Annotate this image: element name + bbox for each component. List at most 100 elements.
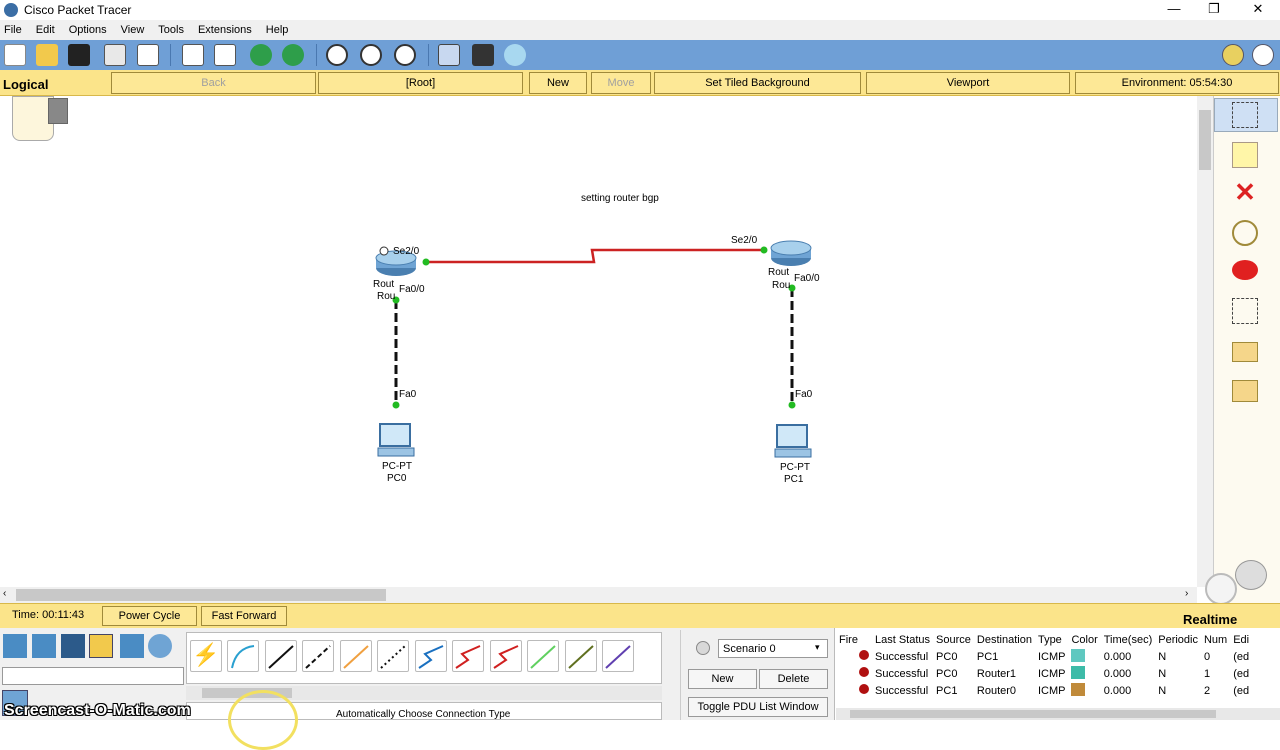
scroll-left-icon[interactable]: ‹ [3, 588, 6, 599]
auto-connection-icon[interactable]: ⚡ [190, 640, 222, 672]
zoom-out-icon[interactable] [394, 44, 416, 66]
menu-file[interactable]: File [4, 24, 22, 36]
end-devices-icon[interactable] [32, 634, 56, 658]
serial-dce-cable-icon[interactable] [452, 640, 484, 672]
table-row[interactable]: Successful PC1 Router0 ICMP 0.000 N 2 (e… [836, 682, 1252, 699]
logical-workspace-label[interactable]: Logical [3, 77, 49, 92]
vertical-scroll-thumb[interactable] [1199, 110, 1211, 170]
info-icon[interactable] [1222, 44, 1244, 66]
print-icon[interactable] [104, 44, 126, 66]
straight-through-cable-icon[interactable] [265, 640, 297, 672]
maximize-button[interactable]: ❐ [1194, 0, 1234, 20]
open-folder-icon[interactable] [36, 44, 58, 66]
undo-icon[interactable] [250, 44, 272, 66]
scenario-select[interactable]: Scenario 0 ▾ [718, 639, 828, 658]
router0-model-label: Rout [373, 279, 395, 290]
add-complex-pdu-icon[interactable] [1232, 380, 1258, 402]
move-object-button[interactable]: Move Object [591, 72, 651, 109]
inspect-icon[interactable] [1232, 220, 1258, 246]
iot-custom-cable-icon[interactable] [565, 640, 597, 672]
workspace-bar: Logical Back [Root] New Cluster Move Obj… [0, 70, 1280, 109]
pc1-port-label: Fa0 [795, 389, 813, 400]
new-cluster-button[interactable]: New Cluster [529, 72, 587, 109]
physical-view-icon[interactable] [48, 98, 68, 124]
toggle-pdu-list-button[interactable]: Toggle PDU List Window [688, 697, 828, 717]
back-button[interactable]: Back [111, 72, 316, 94]
menu-bar: File Edit Options View Tools Extensions … [0, 20, 1280, 40]
device-search-field[interactable] [2, 667, 184, 685]
usb-cable-icon[interactable] [602, 640, 634, 672]
chevron-down-icon: ▾ [815, 642, 820, 652]
console-cable-icon[interactable] [227, 640, 259, 672]
row-edit[interactable]: (ed [1230, 682, 1252, 699]
table-row[interactable]: Successful PC0 Router1 ICMP 0.000 N 1 (e… [836, 665, 1252, 682]
multiuser-icon[interactable] [148, 634, 172, 658]
row-edit[interactable]: (ed [1230, 665, 1252, 682]
router1-fa-port-label: Fa0/0 [794, 273, 820, 284]
row-destination: Router1 [976, 667, 1017, 680]
minimize-button[interactable]: — [1154, 0, 1194, 20]
zoom-in-icon[interactable] [326, 44, 348, 66]
menu-extensions[interactable]: Extensions [198, 24, 252, 36]
scroll-right-icon[interactable]: › [1185, 588, 1188, 599]
row-color-swatch [1071, 665, 1086, 679]
power-cycle-devices-button[interactable]: Power Cycle Devices [102, 606, 197, 640]
custom-devices-icon[interactable] [472, 44, 494, 66]
fiber-cable-icon[interactable] [340, 640, 372, 672]
canvas-note[interactable]: setting router bgp [581, 193, 659, 204]
network-devices-icon[interactable] [3, 634, 27, 658]
components-icon[interactable] [61, 634, 85, 658]
row-type: ICMP [1037, 667, 1066, 680]
add-simple-pdu-icon[interactable] [1232, 342, 1258, 362]
delete-scenario-button[interactable]: Delete [759, 669, 828, 689]
table-row[interactable]: Successful PC0 PC1 ICMP 0.000 N 0 (ed [836, 648, 1252, 665]
menu-view[interactable]: View [121, 24, 145, 36]
zoom-reset-icon[interactable] [360, 44, 382, 66]
simulation-mode-icon[interactable] [1235, 560, 1267, 590]
note-icon[interactable] [1232, 142, 1258, 168]
connections-icon[interactable] [89, 634, 113, 658]
draw-shape-icon[interactable] [1232, 260, 1258, 280]
menu-options[interactable]: Options [69, 24, 107, 36]
scenario-info-icon[interactable] [696, 641, 710, 655]
environment-button[interactable]: Environment: 05:54:30 [1075, 72, 1279, 94]
resize-shape-icon[interactable] [1232, 298, 1258, 324]
realtime-clock-icon[interactable] [1205, 573, 1237, 605]
realtime-mode-label[interactable]: Realtime [1183, 612, 1237, 627]
root-button[interactable]: [Root] [318, 72, 523, 94]
serial-dte-cable-icon[interactable] [490, 640, 522, 672]
select-icon[interactable] [1232, 102, 1258, 128]
activity-wizard-icon[interactable] [137, 44, 159, 66]
new-file-icon[interactable] [4, 44, 26, 66]
close-button[interactable]: ✕ [1238, 0, 1278, 20]
menu-tools[interactable]: Tools [158, 24, 184, 36]
new-scenario-button[interactable]: New [688, 669, 757, 689]
logical-workspace-canvas[interactable] [0, 96, 1197, 587]
cloud-icon[interactable] [504, 44, 526, 66]
copy-icon[interactable] [182, 44, 204, 66]
delete-icon[interactable]: ✕ [1232, 179, 1258, 206]
save-icon[interactable] [68, 44, 90, 66]
fire-icon[interactable] [859, 650, 869, 660]
paste-icon[interactable] [214, 44, 236, 66]
crossover-cable-icon[interactable] [302, 640, 334, 672]
redo-icon[interactable] [282, 44, 304, 66]
palette-icon[interactable] [438, 44, 460, 66]
fire-icon[interactable] [859, 667, 869, 677]
viewport-button[interactable]: Viewport [866, 72, 1070, 94]
pc1-model-label: PC-PT [780, 462, 810, 473]
phone-cable-icon[interactable] [377, 640, 409, 672]
menu-help[interactable]: Help [266, 24, 289, 36]
fire-icon[interactable] [859, 684, 869, 694]
router1-serial-port-label: Se2/0 [731, 235, 758, 246]
pdu-scroll-thumb[interactable] [850, 710, 1216, 718]
octal-cable-icon[interactable] [527, 640, 559, 672]
coaxial-cable-icon[interactable] [415, 640, 447, 672]
help-icon[interactable] [1252, 44, 1274, 66]
horizontal-scroll-thumb[interactable] [16, 589, 386, 601]
miscellaneous-icon[interactable] [120, 634, 144, 658]
fast-forward-time-button[interactable]: Fast Forward Time [201, 606, 287, 640]
menu-edit[interactable]: Edit [36, 24, 55, 36]
set-tiled-background-button[interactable]: Set Tiled Background [654, 72, 861, 94]
row-edit[interactable]: (ed [1230, 648, 1252, 665]
